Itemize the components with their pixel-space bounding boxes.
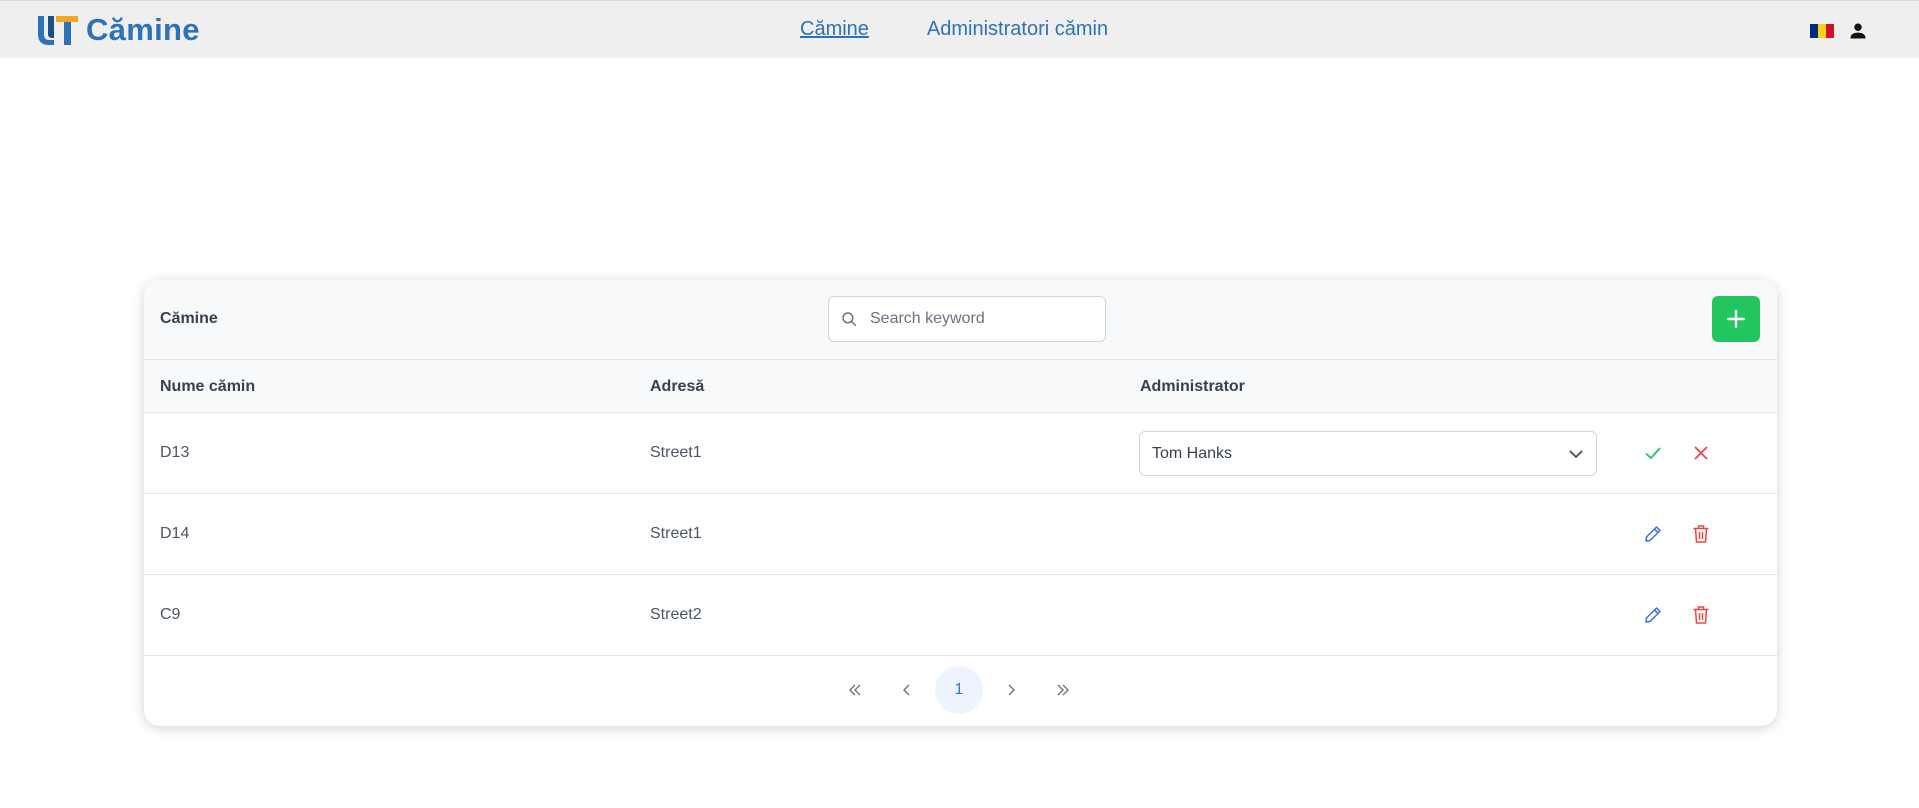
nav-link-camine[interactable]: Cămine	[800, 18, 869, 41]
search-box	[828, 296, 1106, 342]
chevron-down-icon	[1569, 449, 1583, 458]
last-page-button[interactable]	[1039, 666, 1087, 714]
ut-logo-icon	[38, 16, 78, 45]
check-icon	[1645, 447, 1661, 460]
cell-adresa: Street1	[650, 525, 702, 542]
nav-link-administratori[interactable]: Administratori cămin	[927, 18, 1108, 41]
trash-icon	[1693, 525, 1709, 543]
cell-nume: D14	[160, 525, 190, 542]
column-header-adresa[interactable]: Adresă	[650, 378, 704, 396]
romanian-flag-icon[interactable]	[1810, 24, 1834, 38]
add-camin-button[interactable]	[1712, 296, 1760, 342]
cell-adresa: Street2	[650, 606, 702, 623]
search-icon	[842, 312, 857, 327]
card-title: Cămine	[160, 310, 218, 327]
cell-adresa: Street1	[650, 444, 702, 461]
next-page-button[interactable]	[987, 666, 1035, 714]
edit-button[interactable]	[1641, 522, 1665, 546]
header-actions	[1810, 21, 1868, 41]
prev-page-button[interactable]	[883, 666, 931, 714]
close-icon	[1694, 446, 1708, 460]
flag-stripe-blue	[1810, 24, 1818, 38]
column-header-nume[interactable]: Nume cămin	[160, 378, 255, 396]
delete-button[interactable]	[1689, 603, 1713, 627]
delete-button[interactable]	[1689, 522, 1713, 546]
app-title: Cămine	[86, 12, 200, 47]
flag-stripe-red	[1826, 24, 1834, 38]
pencil-icon	[1645, 607, 1661, 623]
table-row: C9 Street2	[144, 575, 1777, 656]
trash-icon	[1693, 606, 1709, 624]
plus-icon	[1726, 309, 1746, 329]
cell-nume: D13	[160, 444, 190, 461]
flag-stripe-yellow	[1818, 24, 1826, 38]
camine-table-card: Cămine Nume cămin Adresă Administrator D…	[144, 280, 1777, 726]
pagination: 1	[144, 656, 1777, 726]
double-chevron-left-icon	[849, 684, 861, 696]
administrator-select-value: Tom Hanks	[1152, 444, 1233, 462]
page-button-current[interactable]: 1	[935, 666, 983, 714]
card-header: Cămine	[144, 280, 1777, 360]
top-navbar: Cămine Cămine Administratori cămin	[0, 0, 1919, 58]
first-page-button[interactable]	[831, 666, 879, 714]
administrator-select[interactable]: Tom Hanks	[1139, 431, 1597, 476]
table-row: D13 Street1 Tom Hanks	[144, 413, 1777, 494]
pencil-icon	[1645, 526, 1661, 542]
column-header-administrator[interactable]: Administrator	[1140, 378, 1245, 396]
chevron-left-icon	[903, 684, 910, 696]
main-nav: Cămine Administratori cămin	[800, 18, 1108, 41]
chevron-right-icon	[1008, 684, 1015, 696]
user-icon[interactable]	[1848, 21, 1868, 41]
cancel-button[interactable]	[1689, 441, 1713, 465]
search-input[interactable]	[870, 310, 1090, 328]
confirm-button[interactable]	[1641, 441, 1665, 465]
double-chevron-right-icon	[1057, 684, 1069, 696]
table-row: D14 Street1	[144, 494, 1777, 575]
table-header: Nume cămin Adresă Administrator	[144, 360, 1777, 413]
brand[interactable]: Cămine	[34, 12, 200, 48]
edit-button[interactable]	[1641, 603, 1665, 627]
cell-nume: C9	[160, 606, 181, 623]
